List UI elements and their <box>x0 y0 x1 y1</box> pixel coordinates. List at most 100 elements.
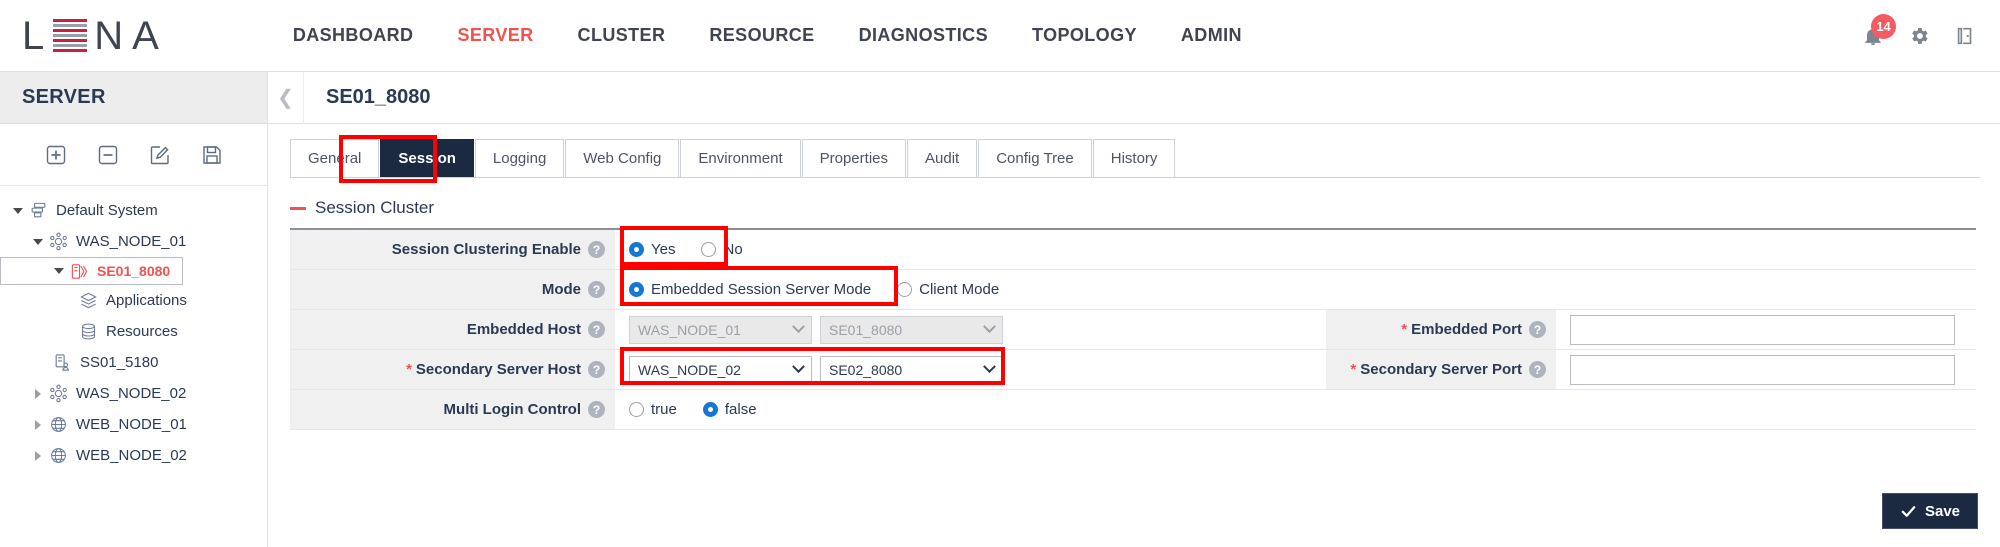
nav-item-diagnostics[interactable]: DIAGNOSTICS <box>837 25 1010 46</box>
expander-down-icon[interactable] <box>51 268 67 274</box>
help-icon[interactable]: ? <box>588 281 605 298</box>
nav-item-resource[interactable]: RESOURCE <box>687 25 836 46</box>
label-text: Secondary Server Host <box>416 361 581 378</box>
select-embedded-host-instance[interactable]: SE01_8080 <box>820 316 1003 344</box>
radio-mode-client[interactable]: Client Mode <box>897 281 999 298</box>
save-icon[interactable] <box>199 142 225 168</box>
form-row-multi-login-control: Multi Login Control ? true false <box>290 390 1976 430</box>
tree-item-applications[interactable]: Applications <box>0 285 267 316</box>
gear-icon[interactable] <box>1906 23 1932 49</box>
remove-icon[interactable] <box>95 142 121 168</box>
select-secondary-host-instance[interactable]: SE02_8080 <box>820 356 1003 384</box>
expander-right-icon[interactable] <box>30 420 46 430</box>
required-asterisk: * <box>1350 361 1356 378</box>
left-sidebar: SERVER Default System WAS_NODE_0 <box>0 72 268 547</box>
logo-letter-l: L <box>22 16 46 56</box>
tree-item-web-node-02[interactable]: WEB_NODE_02 <box>0 440 267 471</box>
server-tree: Default System WAS_NODE_01 SE01_8080 App… <box>0 186 267 471</box>
tree-item-default-system[interactable]: Default System <box>0 195 267 226</box>
expander-down-icon[interactable] <box>10 208 26 214</box>
nav-item-server[interactable]: SERVER <box>435 25 555 46</box>
label-mode: Mode ? <box>290 270 615 309</box>
node-icon <box>46 232 70 251</box>
tab-logging[interactable]: Logging <box>475 139 564 177</box>
radio-dot-icon <box>897 282 912 297</box>
radio-multi-login-false[interactable]: false <box>703 401 757 418</box>
radio-label: false <box>725 401 757 418</box>
select-secondary-host-node[interactable]: WAS_NODE_02 <box>629 356 812 384</box>
tree-item-label: SS01_5180 <box>80 354 158 371</box>
add-icon[interactable] <box>43 142 69 168</box>
form-row-session-clustering-enable: Session Clustering Enable ? Yes No <box>290 230 1976 270</box>
radio-clustering-no[interactable]: No <box>701 241 742 258</box>
nav-item-admin[interactable]: ADMIN <box>1159 25 1264 46</box>
radio-dot-selected-icon <box>703 402 718 417</box>
tree-item-resources[interactable]: Resources <box>0 316 267 347</box>
radio-mode-embedded[interactable]: Embedded Session Server Mode <box>629 281 871 298</box>
section-header-session-cluster[interactable]: Session Cluster <box>290 188 1980 228</box>
tree-item-se01-8080[interactable]: SE01_8080 <box>0 257 183 285</box>
value-mode: Embedded Session Server Mode Client Mode <box>615 270 1976 309</box>
tab-session[interactable]: Session <box>380 139 474 177</box>
nav-item-cluster[interactable]: CLUSTER <box>556 25 688 46</box>
panel: General Session Logging Web Config Envir… <box>268 124 2000 430</box>
tab-config-tree[interactable]: Config Tree <box>978 139 1092 177</box>
content-area: ❮ SE01_8080 General Session Logging Web … <box>268 72 2000 547</box>
help-icon[interactable]: ? <box>588 241 605 258</box>
radio-label: Yes <box>651 241 675 258</box>
label-multi-login-control: Multi Login Control ? <box>290 390 615 429</box>
tree-item-label: Default System <box>56 202 158 219</box>
help-icon[interactable]: ? <box>588 321 605 338</box>
tree-item-was-node-01[interactable]: WAS_NODE_01 <box>0 226 267 257</box>
session-server-icon <box>50 353 74 372</box>
label-text: Mode <box>542 281 581 298</box>
expander-right-icon[interactable] <box>30 451 46 461</box>
edit-icon[interactable] <box>147 142 173 168</box>
top-icon-group: 14 <box>1860 0 1978 72</box>
label-session-clustering-enable: Session Clustering Enable ? <box>290 230 615 269</box>
tab-history[interactable]: History <box>1093 139 1176 177</box>
nav-item-dashboard[interactable]: DASHBOARD <box>271 25 436 46</box>
help-icon[interactable]: ? <box>1529 361 1546 378</box>
tab-environment[interactable]: Environment <box>680 139 800 177</box>
tab-general[interactable]: General <box>290 139 379 177</box>
collapse-minus-icon[interactable] <box>290 207 306 210</box>
logout-icon[interactable] <box>1952 23 1978 49</box>
notification-badge: 14 <box>1871 14 1896 39</box>
node-icon <box>46 384 70 403</box>
tree-item-ss01-5180[interactable]: SS01_5180 <box>0 347 267 378</box>
tree-item-label: SE01_8080 <box>97 263 170 279</box>
radio-clustering-yes[interactable]: Yes <box>629 241 675 258</box>
label-embedded-host: Embedded Host ? <box>290 310 615 349</box>
tab-audit[interactable]: Audit <box>907 139 977 177</box>
applications-icon <box>76 291 100 310</box>
select-value: SE01_8080 <box>829 322 985 338</box>
tab-bar: General Session Logging Web Config Envir… <box>290 140 1980 178</box>
select-embedded-host-node[interactable]: WAS_NODE_01 <box>629 316 812 344</box>
tree-item-label: WAS_NODE_02 <box>76 385 186 402</box>
help-icon[interactable]: ? <box>1529 321 1546 338</box>
tab-properties[interactable]: Properties <box>802 139 906 177</box>
session-cluster-form: Session Clustering Enable ? Yes No <box>290 228 1976 430</box>
input-secondary-server-port[interactable] <box>1570 355 1955 385</box>
tree-item-was-node-02[interactable]: WAS_NODE_02 <box>0 378 267 409</box>
required-asterisk: * <box>406 361 412 378</box>
app-logo[interactable]: L N A <box>22 16 161 56</box>
input-embedded-port[interactable] <box>1570 315 1955 345</box>
help-icon[interactable]: ? <box>588 361 605 378</box>
value-multi-login-control: true false <box>615 390 1976 429</box>
tree-item-web-node-01[interactable]: WEB_NODE_01 <box>0 409 267 440</box>
expander-right-icon[interactable] <box>30 389 46 399</box>
save-button[interactable]: Save <box>1882 493 1978 529</box>
check-icon <box>1900 503 1917 520</box>
nav-item-topology[interactable]: TOPOLOGY <box>1010 25 1159 46</box>
tab-web-config[interactable]: Web Config <box>565 139 679 177</box>
notification-bell-icon[interactable]: 14 <box>1860 23 1886 49</box>
label-text: Embedded Port <box>1411 321 1522 338</box>
expander-down-icon[interactable] <box>30 239 46 245</box>
help-icon[interactable]: ? <box>588 401 605 418</box>
select-value: SE02_8080 <box>829 362 985 378</box>
radio-multi-login-true[interactable]: true <box>629 401 677 418</box>
chevron-left-icon[interactable]: ❮ <box>268 72 304 124</box>
radio-dot-selected-icon <box>629 282 644 297</box>
